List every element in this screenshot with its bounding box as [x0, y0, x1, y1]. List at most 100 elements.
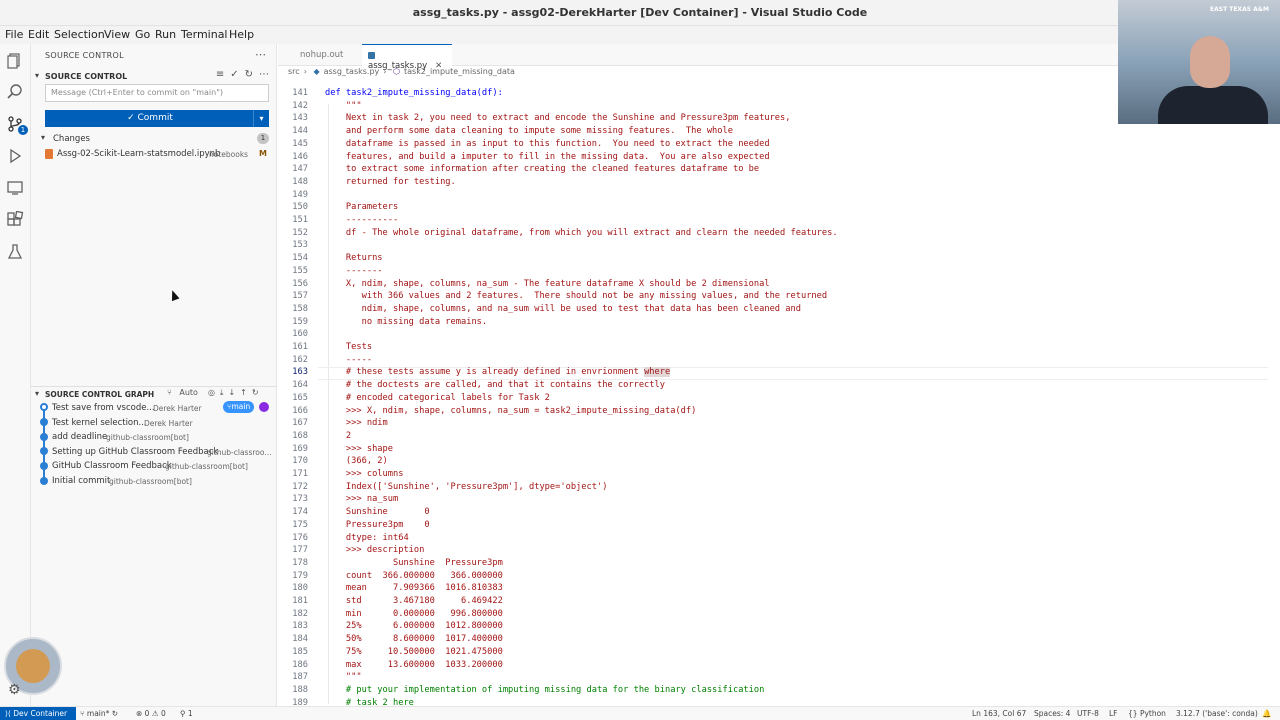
end-of-line[interactable]: LF [1109, 709, 1118, 718]
code-line[interactable]: Next in task 2, you need to extract and … [325, 113, 791, 123]
python-interpreter[interactable]: 3.12.7 ('base': conda) [1176, 709, 1258, 718]
code-line[interactable]: def task2_impute_missing_data(df): [325, 88, 503, 98]
code-line[interactable]: with 366 values and 2 features. There sh… [325, 291, 828, 301]
breadcrumb-symbol[interactable]: task2_impute_missing_data [404, 67, 515, 76]
more-icon[interactable]: ⋯ [259, 69, 269, 80]
encoding[interactable]: UTF-8 [1077, 709, 1099, 718]
code-line[interactable]: # the doctests are called, and that it c… [325, 380, 665, 390]
tab-nohup-out[interactable]: nohup.out [288, 44, 362, 66]
code-line[interactable]: X, ndim, shape, columns, na_sum - The fe… [325, 279, 770, 289]
code-line[interactable]: ---------- [325, 215, 398, 225]
menu-help[interactable]: Help [229, 28, 254, 41]
source-control-icon[interactable]: 1 [6, 115, 28, 135]
menu-run[interactable]: Run [155, 28, 176, 41]
commit-message-input[interactable]: Message (Ctrl+Enter to commit on "main") [45, 84, 269, 102]
code-line[interactable]: """ [325, 101, 362, 111]
explorer-icon[interactable] [6, 52, 26, 72]
commit-button[interactable]: ✓ Commit ▾ [45, 110, 269, 127]
refresh-icon[interactable]: ↻ [252, 388, 259, 397]
problems-indicator[interactable]: ⊗ 0 ⚠ 0 [136, 709, 166, 718]
branch-auto-selector[interactable]: ⑂ Auto [167, 388, 203, 397]
commit-row[interactable]: GitHub Classroom Feedback github-classro… [52, 459, 277, 473]
code-line[interactable]: 50% 8.600000 1017.400000 [325, 634, 503, 644]
menu-view[interactable]: View [104, 28, 130, 41]
view-as-list-icon[interactable]: ≡ [216, 69, 224, 80]
code-line[interactable]: # these tests assume y is already define… [325, 367, 671, 378]
code-line[interactable]: Sunshine 0 [325, 507, 430, 517]
more-actions-icon[interactable]: ⋯ [255, 48, 266, 61]
code-line[interactable]: Returns [325, 253, 383, 263]
code-line[interactable]: ----- [325, 355, 372, 365]
code-line[interactable]: Pressure3pm 0 [325, 520, 430, 530]
code-editor[interactable]: 141 def task2_impute_missing_data(df): 142… [278, 82, 1272, 706]
changes-group[interactable]: ▾ Changes 1 [31, 132, 277, 146]
code-line[interactable]: dataframe is passed in as input to this … [325, 139, 770, 149]
refresh-icon[interactable]: ↻ [245, 69, 253, 80]
code-line[interactable]: >>> shape [325, 444, 393, 454]
language-mode[interactable]: {} Python [1128, 709, 1166, 718]
code-line[interactable]: count 366.000000 366.000000 [325, 571, 503, 581]
code-line[interactable]: 75% 10.500000 1021.475000 [325, 647, 503, 657]
code-line[interactable]: Sunshine Pressure3pm [325, 558, 503, 568]
code-line[interactable]: dtype: int64 [325, 533, 409, 543]
branch-indicator[interactable]: ⑂ main* ↻ [80, 709, 118, 718]
gear-icon[interactable]: ⚙ [8, 682, 21, 698]
remote-indicator[interactable]: ⟩⟨ Dev Container [0, 707, 76, 720]
commit-check-icon[interactable]: ✓ [230, 69, 238, 80]
run-debug-icon[interactable] [6, 147, 26, 167]
search-icon[interactable] [6, 83, 26, 103]
code-line[interactable]: ------- [325, 266, 383, 276]
commit-dropdown-icon[interactable]: ▾ [253, 110, 269, 127]
menu-file[interactable]: File [5, 28, 23, 41]
code-line[interactable]: min 0.000000 996.800000 [325, 609, 503, 619]
ports-indicator[interactable]: ⚲ 1 [180, 709, 193, 718]
code-line[interactable]: Index(['Sunshine', 'Pressure3pm'], dtype… [325, 482, 608, 492]
code-line[interactable]: Tests [325, 342, 372, 352]
breadcrumb-file[interactable]: assg_tasks.py [324, 67, 380, 76]
code-line[interactable]: # encoded categorical labels for Task 2 [325, 393, 550, 403]
pull-icon[interactable]: ↓ [228, 388, 235, 397]
menu-terminal[interactable]: Terminal [181, 28, 228, 41]
commit-row[interactable]: Initial commit github-classroom[bot] [52, 474, 277, 488]
code-line[interactable]: 25% 6.000000 1012.800000 [325, 621, 503, 631]
code-line[interactable]: no missing data remains. [325, 317, 488, 327]
code-line[interactable]: and perform some data cleaning to impute… [325, 126, 733, 136]
notifications-icon[interactable]: 🔔 [1262, 709, 1271, 718]
commit-row[interactable]: add deadline github-classroom[bot] [52, 430, 277, 444]
code-line[interactable]: std 3.467180 6.469422 [325, 596, 503, 606]
code-line[interactable]: max 13.600000 1033.200000 [325, 660, 503, 670]
testing-icon[interactable] [6, 243, 26, 263]
remote-explorer-icon[interactable] [6, 179, 26, 199]
fetch-icon[interactable]: ⤓ [220, 388, 224, 397]
code-line[interactable]: 2 [325, 431, 351, 441]
code-line[interactable]: mean 7.909366 1016.810383 [325, 583, 503, 593]
menu-edit[interactable]: Edit [28, 28, 49, 41]
code-line[interactable]: # put your implementation of imputing mi… [325, 685, 764, 695]
code-line[interactable]: # task 2 here [325, 698, 414, 706]
source-control-graph-section[interactable]: ▾ SOURCE CONTROL GRAPH ⑂ Auto ◎ ⤓ ↓ ↑ ↻ [31, 386, 277, 402]
indentation[interactable]: Spaces: 4 [1034, 709, 1070, 718]
code-line[interactable]: to extract some information after creati… [325, 164, 759, 174]
commit-row[interactable]: Test kernel selection... Derek Harter [52, 416, 277, 430]
code-line[interactable]: returned for testing. [325, 177, 456, 187]
code-line[interactable]: >>> na_sum [325, 494, 398, 504]
code-line[interactable]: >>> description [325, 545, 424, 555]
sync-icon[interactable]: ↻ [112, 709, 118, 718]
target-icon[interactable]: ◎ [208, 388, 215, 397]
code-line[interactable]: features, and build a imputer to fill in… [325, 152, 770, 162]
code-line[interactable]: ndim, shape, columns, and na_sum will be… [325, 304, 801, 314]
code-line[interactable]: df - The whole original dataframe, from … [325, 228, 838, 238]
menu-go[interactable]: Go [135, 28, 150, 41]
cursor-position[interactable]: Ln 163, Col 67 [972, 709, 1026, 718]
code-line[interactable]: """ [325, 672, 362, 682]
menu-selection[interactable]: Selection [54, 28, 105, 41]
code-line[interactable]: Parameters [325, 202, 398, 212]
changed-file-item[interactable]: Assg-02-Scikit-Learn-statsmodel.ipynb no… [31, 147, 277, 161]
tab-assg-tasks-py[interactable]: assg_tasks.py ✕ [362, 44, 452, 71]
commit-row[interactable]: Setting up GitHub Classroom Feedback git… [52, 445, 277, 459]
code-line[interactable]: >>> ndim [325, 418, 388, 428]
breadcrumb-folder[interactable]: src [288, 67, 300, 76]
code-line[interactable]: >>> columns [325, 469, 404, 479]
extensions-icon[interactable] [6, 210, 26, 231]
code-line[interactable]: (366, 2) [325, 456, 388, 466]
